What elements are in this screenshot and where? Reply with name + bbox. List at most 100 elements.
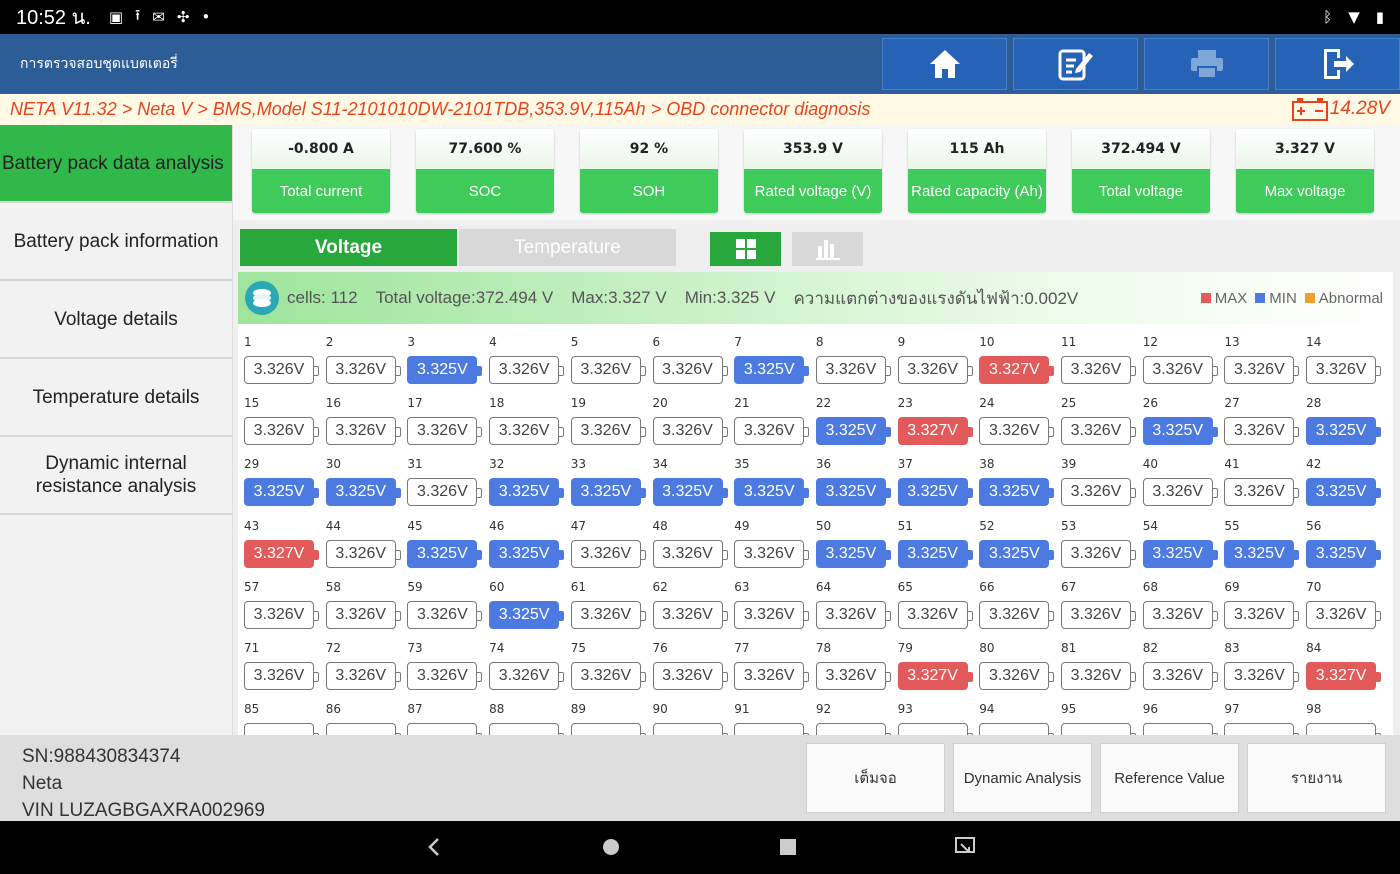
cell-item[interactable]: 76 3.326V	[647, 630, 728, 690]
cell-item[interactable]: 4 3.326V	[483, 324, 565, 384]
cell-item[interactable]: 86	[320, 691, 401, 735]
cell-item[interactable]: 12 3.326V	[1137, 324, 1218, 384]
cell-item[interactable]: 51 3.325V	[892, 508, 973, 568]
cell-item[interactable]: 85	[238, 691, 319, 735]
cell-item[interactable]: 66 3.326V	[973, 569, 1055, 629]
cell-item[interactable]: 60 3.325V	[483, 569, 565, 629]
cell-item[interactable]: 34 3.325V	[647, 446, 728, 507]
cell-item[interactable]: 97	[1218, 691, 1300, 735]
cell-item[interactable]: 83 3.326V	[1218, 630, 1300, 690]
screenshot-button[interactable]	[953, 835, 977, 859]
cell-item[interactable]: 53 3.326V	[1055, 508, 1136, 568]
cell-item[interactable]: 16 3.326V	[320, 385, 401, 446]
cell-item[interactable]: 28 3.325V	[1300, 385, 1382, 446]
back-button[interactable]	[422, 835, 446, 859]
cell-item[interactable]: 55 3.325V	[1218, 508, 1300, 568]
cell-item[interactable]: 49 3.326V	[728, 508, 810, 568]
report-button[interactable]: รายงาน	[1247, 743, 1386, 813]
sidebar-item-battery-pack-data-analysis[interactable]: Battery pack data analysis	[0, 125, 232, 203]
cell-item[interactable]: 45 3.325V	[401, 508, 483, 568]
cell-item[interactable]: 91	[728, 691, 810, 735]
cell-item[interactable]: 22 3.325V	[810, 385, 891, 446]
cell-item[interactable]: 15 3.326V	[238, 385, 319, 446]
cell-item[interactable]: 18 3.326V	[483, 385, 565, 446]
cell-item[interactable]: 7 3.325V	[728, 324, 810, 384]
cell-item[interactable]: 64 3.326V	[810, 569, 891, 629]
cell-item[interactable]: 72 3.326V	[320, 630, 401, 690]
cell-item[interactable]: 81 3.326V	[1055, 630, 1136, 690]
print-button[interactable]	[1144, 38, 1269, 90]
cell-item[interactable]: 73 3.326V	[401, 630, 483, 690]
exit-button[interactable]	[1275, 38, 1400, 90]
recents-button[interactable]	[776, 835, 800, 859]
cell-item[interactable]: 98	[1300, 691, 1382, 735]
cell-item[interactable]: 32 3.325V	[483, 446, 565, 507]
cell-item[interactable]: 69 3.326V	[1218, 569, 1300, 629]
cell-item[interactable]: 1 3.326V	[238, 324, 319, 384]
cell-item[interactable]: 3 3.325V	[401, 324, 483, 384]
cell-item[interactable]: 38 3.325V	[973, 446, 1055, 507]
cell-item[interactable]: 11 3.326V	[1055, 324, 1136, 384]
cell-item[interactable]: 27 3.326V	[1218, 385, 1300, 446]
cell-item[interactable]: 43 3.327V	[238, 508, 319, 568]
cell-item[interactable]: 88	[483, 691, 565, 735]
cell-item[interactable]: 94	[973, 691, 1055, 735]
cell-item[interactable]: 31 3.326V	[401, 446, 483, 507]
cell-item[interactable]: 24 3.326V	[973, 385, 1055, 446]
cell-item[interactable]: 74 3.326V	[483, 630, 565, 690]
grid-view-button[interactable]	[710, 232, 781, 266]
cell-item[interactable]: 82 3.326V	[1137, 630, 1218, 690]
cell-item[interactable]: 36 3.325V	[810, 446, 891, 507]
sidebar-item-voltage-details[interactable]: Voltage details	[0, 281, 232, 359]
cell-item[interactable]: 9 3.326V	[892, 324, 973, 384]
sidebar-item-dynamic-internal-resistance[interactable]: Dynamic internal resistance analysis	[0, 437, 232, 515]
cell-item[interactable]: 61 3.326V	[565, 569, 646, 629]
cell-item[interactable]: 52 3.325V	[973, 508, 1055, 568]
cell-item[interactable]: 10 3.327V	[973, 324, 1055, 384]
cell-item[interactable]: 40 3.326V	[1137, 446, 1218, 507]
cell-item[interactable]: 14 3.326V	[1300, 324, 1382, 384]
cell-item[interactable]: 8 3.326V	[810, 324, 891, 384]
cell-item[interactable]: 23 3.327V	[892, 385, 973, 446]
cell-item[interactable]: 5 3.326V	[565, 324, 646, 384]
cell-item[interactable]: 26 3.325V	[1137, 385, 1218, 446]
fullscreen-button[interactable]: เต็มจอ	[806, 743, 945, 813]
cell-item[interactable]: 75 3.326V	[565, 630, 646, 690]
cell-item[interactable]: 89	[565, 691, 646, 735]
home-system-button[interactable]	[599, 835, 623, 859]
tab-temperature[interactable]: Temperature	[459, 229, 676, 266]
sidebar-item-battery-pack-information[interactable]: Battery pack information	[0, 203, 232, 281]
cell-item[interactable]: 87	[401, 691, 483, 735]
cell-item[interactable]: 65 3.326V	[892, 569, 973, 629]
cell-item[interactable]: 80 3.326V	[973, 630, 1055, 690]
cell-item[interactable]: 93	[892, 691, 973, 735]
cell-item[interactable]: 42 3.325V	[1300, 446, 1382, 507]
cell-item[interactable]: 19 3.326V	[565, 385, 646, 446]
cell-item[interactable]: 95	[1055, 691, 1136, 735]
cell-item[interactable]: 30 3.325V	[320, 446, 401, 507]
cell-item[interactable]: 71 3.326V	[238, 630, 319, 690]
cell-item[interactable]: 92	[810, 691, 891, 735]
cell-item[interactable]: 41 3.326V	[1218, 446, 1300, 507]
cell-item[interactable]: 33 3.325V	[565, 446, 646, 507]
cell-item[interactable]: 57 3.326V	[238, 569, 319, 629]
cell-item[interactable]: 6 3.326V	[647, 324, 728, 384]
sidebar-item-temperature-details[interactable]: Temperature details	[0, 359, 232, 437]
cell-item[interactable]: 68 3.326V	[1137, 569, 1218, 629]
cell-item[interactable]: 13 3.326V	[1218, 324, 1300, 384]
cell-item[interactable]: 77 3.326V	[728, 630, 810, 690]
cell-item[interactable]: 84 3.327V	[1300, 630, 1382, 690]
cell-item[interactable]: 50 3.325V	[810, 508, 891, 568]
cell-item[interactable]: 20 3.326V	[647, 385, 728, 446]
cell-item[interactable]: 90	[647, 691, 728, 735]
cell-item[interactable]: 78 3.326V	[810, 630, 891, 690]
cell-item[interactable]: 21 3.326V	[728, 385, 810, 446]
cell-item[interactable]: 58 3.326V	[320, 569, 401, 629]
dynamic-analysis-button[interactable]: Dynamic Analysis	[953, 743, 1092, 813]
cell-item[interactable]: 44 3.326V	[320, 508, 401, 568]
cell-item[interactable]: 37 3.325V	[892, 446, 973, 507]
cell-item[interactable]: 39 3.326V	[1055, 446, 1136, 507]
cell-item[interactable]: 59 3.326V	[401, 569, 483, 629]
cell-item[interactable]: 46 3.325V	[483, 508, 565, 568]
cell-item[interactable]: 67 3.326V	[1055, 569, 1136, 629]
